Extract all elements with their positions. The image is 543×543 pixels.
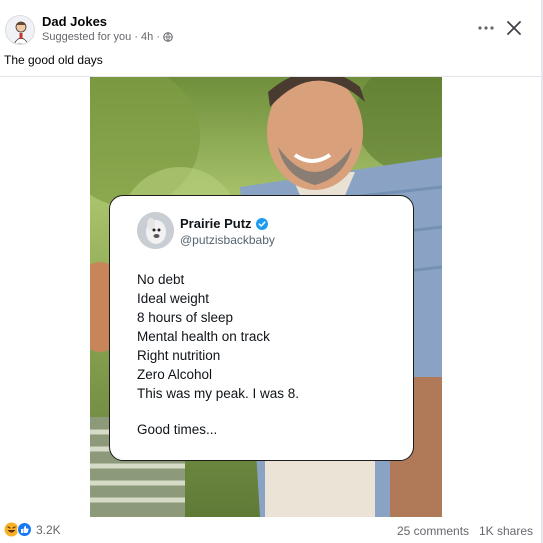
close-icon [507,21,521,35]
tweet-body: No debt Ideal weight 8 hours of sleep Me… [137,270,299,403]
tweet-line: Right nutrition [137,348,221,363]
reactions-summary[interactable]: 3.2K [4,522,61,537]
comments-count-link[interactable]: 25 comments [397,524,469,538]
tweet-handle: @putzisbackbaby [180,233,275,247]
close-button[interactable] [502,16,526,40]
tweet-author-name: Prairie Putz [180,216,268,231]
tweet-author-name-text: Prairie Putz [180,216,252,231]
shares-count-link[interactable]: 1K shares [479,524,533,538]
verified-badge-icon [255,217,268,230]
tweet-line: No debt [137,272,185,287]
page-avatar[interactable] [5,15,35,45]
post-card: Dad Jokes Suggested for you · 4h · The g… [0,0,543,543]
tweet-card: Prairie Putz @putzisbackbaby No debt Ide… [109,195,414,461]
globe-icon [163,32,173,42]
tweet-closing-line: Good times... [137,422,218,437]
tweet-avatar [137,212,174,249]
tweet-line: 8 hours of sleep [137,310,234,325]
more-options-button[interactable] [474,16,498,40]
more-dots-icon [478,26,494,30]
tweet-line: Mental health on track [137,329,270,344]
post-meta-text: Suggested for you · 4h · [42,31,161,43]
post-caption: The good old days [4,53,103,67]
page-name[interactable]: Dad Jokes [42,14,107,29]
tweet-line: Zero Alcohol [137,367,213,382]
post-meta: Suggested for you · 4h · [42,31,173,43]
like-icon [17,522,32,537]
reaction-count: 3.2K [36,522,61,537]
tweet-line: This was my peak. I was 8. [137,386,300,401]
tweet-line: Ideal weight [137,291,210,306]
